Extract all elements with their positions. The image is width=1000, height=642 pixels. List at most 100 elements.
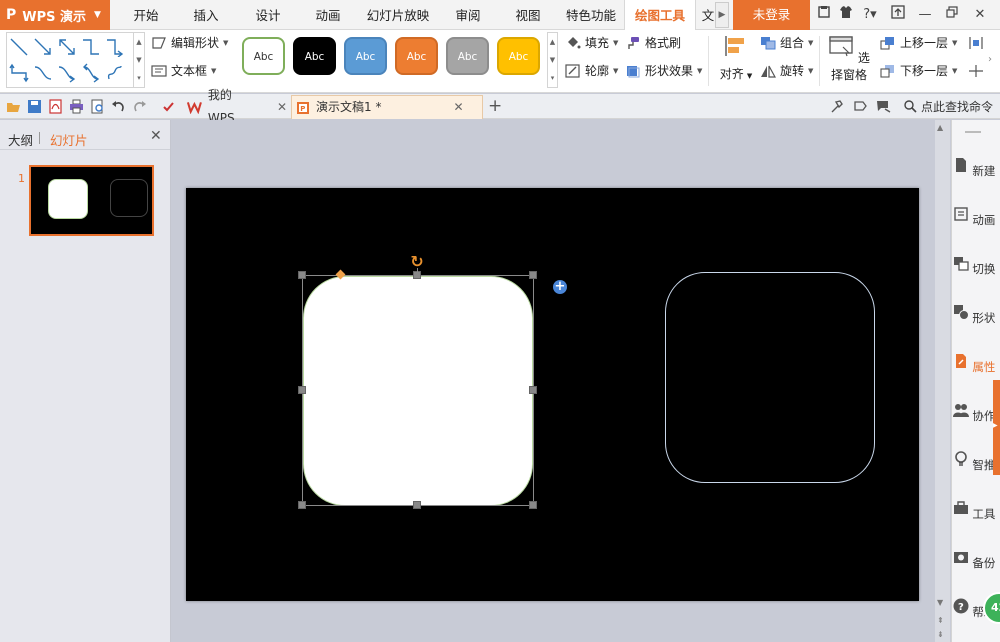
double-arrow-shape-icon[interactable] [57,37,77,57]
collapse-sidebar-tab[interactable]: ▶ [993,380,1000,475]
resize-handle-ne[interactable] [529,271,537,279]
close-window-icon[interactable]: ✕ [970,5,990,25]
align-button[interactable]: 对齐 ▼ [716,34,756,82]
add-element-icon[interactable]: + [553,280,567,294]
sidebar-item-properties[interactable]: 属性 [952,353,996,375]
tab-slideshow[interactable]: 幻灯片放映 [362,0,434,30]
export-pdf-icon[interactable] [48,99,63,114]
line-shape-icon[interactable] [9,37,29,57]
close-icon[interactable]: ✕ [453,96,463,119]
skin-icon[interactable] [814,5,834,25]
curved-arrow-connector-icon[interactable] [57,63,77,83]
curved-connector-icon[interactable] [33,63,53,83]
ribbon-scroll-right-icon[interactable]: › [988,50,992,70]
elbow-double-arrow-icon[interactable] [9,63,29,83]
style-chip-blue[interactable]: Abc [344,37,387,75]
next-slide-icon[interactable]: ⇟ [937,630,944,639]
wechat-share-icon[interactable] [853,99,868,114]
print-icon[interactable] [69,99,84,114]
save-icon[interactable] [27,99,42,114]
vertical-scrollbar[interactable]: ▲ ▼ ⇞ ⇟ [935,120,950,642]
login-button[interactable]: 未登录 [733,0,810,30]
chevron-down-icon: ▼ [211,67,217,75]
resize-handle-w[interactable] [298,386,306,394]
resize-handle-se[interactable] [529,501,537,509]
resize-handle-nw[interactable] [298,271,306,279]
resize-handle-e[interactable] [529,386,537,394]
help-menu-icon[interactable]: ?▾ [858,5,882,25]
shape-gallery-scroll[interactable]: ▲ ▼ ▾ [134,32,145,88]
resize-handle-s[interactable] [413,501,421,509]
customize-toolbar-icon[interactable] [161,99,176,114]
group-button[interactable]: 组合 ▼ [760,33,813,53]
tab-design[interactable]: 设计 [244,0,292,30]
rotate-handle-icon[interactable]: ↻ [408,253,426,271]
doc-tab-presentation[interactable]: P 演示文稿1 * ✕ [291,95,483,119]
sidebar-item-shape[interactable]: 形状 [952,304,996,326]
tab-text-partial[interactable]: 文 [700,0,716,30]
minimize-icon[interactable]: — [915,5,935,25]
find-command-search[interactable]: 点此查找命令 [904,98,993,115]
rounded-rectangle-outline[interactable] [665,272,875,483]
style-chip-gray[interactable]: Abc [446,37,489,75]
arrow-line-shape-icon[interactable] [33,37,53,57]
undo-icon[interactable] [111,99,126,114]
app-menu-button[interactable]: P WPS 演示 ▼ [0,0,110,30]
style-chip-yellow[interactable]: Abc [497,37,540,75]
selection-pane-button[interactable]: 选择窗格 [824,34,874,83]
redo-icon[interactable] [132,99,147,114]
tab-drawing-tools[interactable]: 绘图工具 [624,0,696,31]
shirt-icon[interactable] [836,5,856,25]
format-painter-button[interactable]: 格式刷 [625,33,681,53]
fill-button[interactable]: 填充 ▼ [565,33,618,53]
style-chip-black[interactable]: Abc [293,37,336,75]
doc-tab-my-wps[interactable]: 我的WPS ✕ [183,88,287,125]
sidebar-item-collaborate[interactable]: 协作 [952,402,996,424]
close-icon[interactable]: ✕ [277,96,287,119]
tab-home[interactable]: 开始 [122,0,170,30]
style-gallery-scroll[interactable]: ▲ ▼ ▾ [547,32,558,88]
resize-handle-sw[interactable] [298,501,306,509]
print-preview-icon[interactable] [90,99,105,114]
sidebar-item-animation[interactable]: 动画 [952,206,996,228]
open-folder-icon[interactable] [6,99,21,114]
send-backward-button[interactable]: 下移一层 ▼ [880,61,957,81]
tab-slides[interactable]: 幻灯片 [50,130,88,149]
edit-shape-button[interactable]: 编辑形状 ▼ [151,33,228,53]
size-adjust-button[interactable] [968,61,988,81]
tools-icon[interactable] [830,99,845,114]
menu-scroll-right-icon[interactable]: ▶ [715,2,729,28]
bring-forward-button[interactable]: 上移一层 ▼ [880,33,957,53]
distribute-button[interactable] [968,33,988,53]
curved-double-arrow-icon[interactable] [81,63,101,83]
elbow-connector-icon[interactable] [81,37,101,57]
sidebar-item-backup[interactable]: 备份 [952,549,996,571]
style-chip-white[interactable]: Abc [242,37,285,75]
sidebar-item-smart-recommend[interactable]: 智推 [952,451,996,473]
text-box-button[interactable]: 文本框 ▼ [151,61,216,81]
shape-effects-button[interactable]: 形状效果 ▼ [625,61,702,81]
scroll-up-icon[interactable]: ▲ [937,123,943,132]
tab-view[interactable]: 视图 [504,0,552,30]
elbow-arrow-connector-icon[interactable] [105,37,125,57]
sidebar-item-new[interactable]: 新建 [952,157,996,179]
scroll-down-icon[interactable]: ▼ [937,598,943,607]
sidebar-item-tools[interactable]: 工具 [952,500,996,522]
tab-insert[interactable]: 插入 [182,0,230,30]
tab-review[interactable]: 审阅 [444,0,492,30]
tab-special-features[interactable]: 特色功能 [560,0,622,30]
share-icon[interactable] [876,99,891,114]
restore-ribbon-icon[interactable] [888,5,908,25]
sidebar-item-transition[interactable]: 切换 [952,255,996,277]
previous-slide-icon[interactable]: ⇞ [937,616,944,625]
tab-animation[interactable]: 动画 [304,0,352,30]
slide-thumbnail[interactable] [29,165,154,236]
rotate-button[interactable]: 旋转 ▼ [760,61,813,81]
tab-outline[interactable]: 大纲 [8,130,33,149]
maximize-icon[interactable] [942,5,962,25]
freeform-curve-icon[interactable] [105,63,125,83]
style-chip-orange[interactable]: Abc [395,37,438,75]
close-panel-icon[interactable]: ✕ [150,128,162,144]
outline-button[interactable]: 轮廓 ▼ [565,61,618,81]
new-tab-icon[interactable]: + [488,96,502,116]
